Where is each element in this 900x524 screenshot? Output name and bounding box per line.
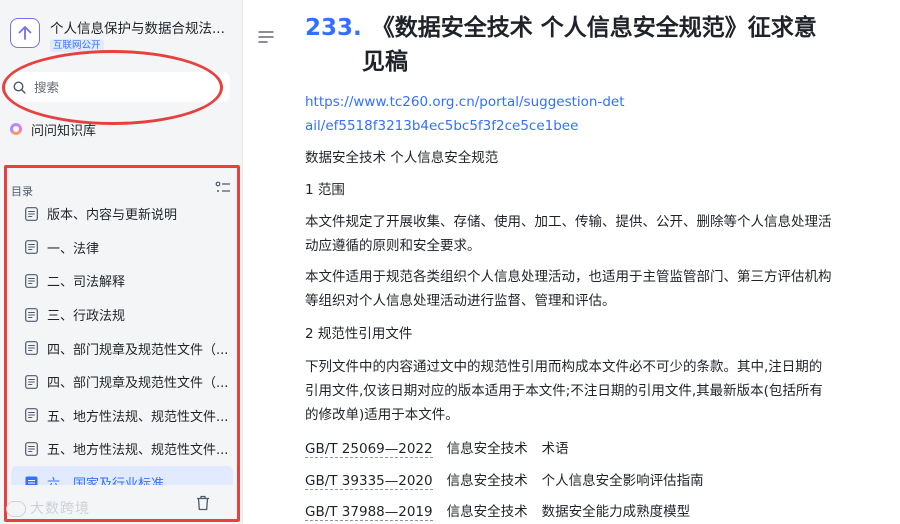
doc-paragraph-title: 数据安全技术 个人信息安全规范 — [305, 150, 499, 166]
toc-item-label: 五、地方性法规、规范性文件... — [47, 409, 229, 425]
watermark: 大数跨境 — [6, 498, 90, 518]
document-icon — [25, 374, 38, 389]
ask-knowledge-base-button[interactable]: 问问知识库 — [10, 119, 96, 139]
document-icon — [25, 408, 38, 423]
sidebar: 个人信息保护与数据合规法... 互联网公开 问问知识库 目录 版本、内容与更新说… — [0, 0, 243, 524]
toc-item[interactable]: 四、部门规章及规范性文件（... — [7, 331, 237, 365]
document-icon — [25, 206, 38, 221]
standard-code: GB/T 25069—2022 — [305, 441, 433, 458]
watermark-text: 大数跨境 — [30, 501, 90, 517]
doc-paragraph: 下列文件中的内容通过文中的规范性引用而构成本文件必不可少的条款。其中,注日期的引… — [305, 359, 823, 423]
toc-item-label: 三、行政法规 — [47, 309, 126, 325]
kb-header[interactable]: 个人信息保护与数据合规法... 互联网公开 — [10, 14, 238, 54]
toc-item-label: 一、法律 — [47, 241, 100, 257]
toc-item[interactable]: 五、地方性法规、规范性文件... — [7, 432, 237, 466]
source-link[interactable]: https://www.tc260.org.cn/portal/suggesti… — [305, 90, 625, 138]
toc-item[interactable]: 二、司法解释 — [7, 264, 237, 298]
section-heading-scope: 1 范围 — [305, 182, 345, 198]
document-icon — [25, 442, 38, 456]
standard-field: 信息安全技术 — [446, 504, 528, 520]
watermark-logo-icon — [6, 501, 26, 517]
toc-item-label: 四、部门规章及规范性文件（... — [47, 376, 229, 392]
document-heading: 233. 《数据安全技术 个人信息安全规范》征求意 见稿 — [305, 11, 885, 79]
standard-reference: GB/T 37988—2019 信息安全技术 数据安全能力成熟度模型 — [305, 500, 704, 521]
standard-name: 术语 — [541, 441, 569, 457]
search-icon — [12, 80, 26, 94]
toc-item-label: 五、地方性法规、规范性文件... — [47, 443, 229, 459]
toc-list: 版本、内容与更新说明 一、法律二、司法解释 三、行政法规四、部门规章及规范性文件（.… — [7, 197, 237, 500]
document-icon — [25, 274, 38, 288]
toc-item[interactable]: 五、地方性法规、规范性文件... — [7, 399, 237, 433]
kb-title: 个人信息保护与数据合规法... — [50, 21, 225, 37]
standard-name: 数据安全能力成熟度模型 — [541, 504, 691, 520]
toc-list-toggle-icon[interactable] — [215, 180, 231, 196]
toc-item[interactable]: 三、行政法规 — [7, 298, 237, 332]
toc-item-label: 四、部门规章及规范性文件（... — [47, 342, 229, 358]
document-icon — [25, 307, 38, 322]
ai-assistant-icon — [10, 123, 22, 135]
trash-icon[interactable] — [196, 495, 210, 511]
standard-field: 信息安全技术 — [446, 473, 528, 489]
document-icon — [25, 341, 38, 356]
doc-paragraph: 本文件适用于规范各类组织个人信息处理活动，也适用于主管监管部门、第三方评估机构等… — [305, 269, 832, 309]
search-box[interactable] — [6, 72, 230, 102]
kb-logo-icon — [10, 18, 40, 48]
toc-item-label: 二、司法解释 — [47, 275, 126, 291]
toc-item[interactable]: 版本、内容与更新说明 — [7, 197, 237, 231]
heading-text: 《数据安全技术 个人信息安全规范》征求意 — [371, 15, 817, 41]
standard-reference: GB/T 25069—2022 信息安全技术 术语 — [305, 437, 583, 458]
standard-code: GB/T 39335—2020 — [305, 473, 433, 490]
search-input[interactable] — [34, 79, 214, 95]
standard-field: 信息安全技术 — [446, 441, 528, 457]
standard-name: 个人信息安全影响评估指南 — [541, 473, 704, 489]
section-heading-references: 2 规范性引用文件 — [305, 326, 413, 342]
outline-menu-icon[interactable] — [258, 29, 274, 43]
document-icon — [25, 240, 38, 255]
visibility-badge: 互联网公开 — [50, 39, 104, 52]
standard-reference: GB/T 39335—2020 信息安全技术 个人信息安全影响评估指南 — [305, 469, 718, 490]
toc-item-label: 版本、内容与更新说明 — [47, 208, 178, 224]
standard-code: GB/T 37988—2019 — [305, 504, 433, 521]
heading-text-line2: 见稿 — [362, 49, 408, 75]
toc-header: 目录 — [11, 180, 231, 198]
ask-label: 问问知识库 — [31, 123, 97, 139]
heading-number: 233. — [305, 15, 362, 41]
toc-panel: 目录 版本、内容与更新说明 一、法律二、司法解释 三、行政法规四、部门规章及规范性文… — [4, 165, 240, 522]
toc-item[interactable]: 四、部门规章及规范性文件（... — [7, 365, 237, 399]
doc-paragraph: 本文件规定了开展收集、存储、使用、加工、传输、提供、公开、删除等个人信息处理活动… — [305, 214, 832, 254]
toc-item[interactable]: 一、法律 — [7, 231, 237, 265]
